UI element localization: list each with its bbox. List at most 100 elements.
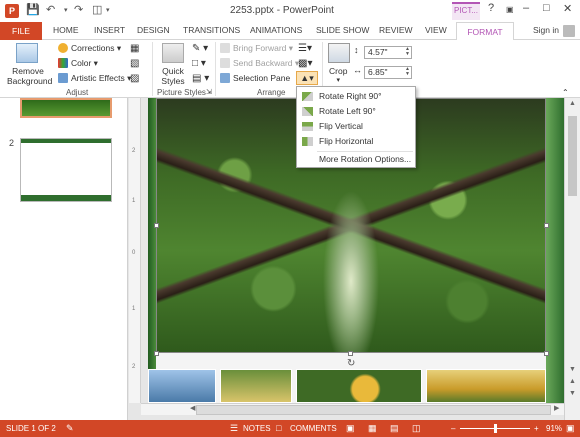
- comments-button[interactable]: COMMENTS: [290, 424, 337, 433]
- tab-file[interactable]: FILE: [0, 22, 42, 40]
- help-button[interactable]: ?: [488, 2, 494, 14]
- collapse-ribbon-icon[interactable]: ⌃: [562, 88, 569, 97]
- slide-thumbnail-2[interactable]: [20, 138, 112, 202]
- height-spinner-icon[interactable]: ▲ ▼: [405, 47, 410, 57]
- maximize-button[interactable]: □: [543, 2, 550, 14]
- rotate-button[interactable]: ▲▾: [296, 71, 318, 85]
- send-backward-button[interactable]: Send Backward ▾: [220, 58, 299, 69]
- customize-qat-icon[interactable]: ▾: [106, 6, 110, 14]
- quick-styles-button[interactable]: Quick Styles: [157, 66, 189, 86]
- shape-height-icon: ↕: [354, 45, 359, 55]
- tab-review[interactable]: REVIEW: [379, 25, 413, 35]
- group-icon[interactable]: ▩▾: [298, 58, 312, 69]
- arrange-group-label: Arrange: [257, 88, 286, 97]
- powerpoint-icon: P: [5, 4, 19, 18]
- next-slide-icon[interactable]: ▼: [569, 390, 576, 397]
- reading-view-icon[interactable]: ▤: [390, 423, 399, 434]
- tab-animations[interactable]: ANIMATIONS: [250, 25, 302, 35]
- zoom-out-button[interactable]: –: [451, 424, 455, 433]
- tab-format[interactable]: FORMAT: [456, 22, 514, 41]
- save-icon[interactable]: 💾: [26, 3, 40, 16]
- avatar[interactable]: [563, 25, 575, 37]
- horizontal-scrollbar[interactable]: [196, 405, 551, 415]
- notes-icon[interactable]: ☰: [230, 423, 238, 434]
- flip-horizontal-item[interactable]: Flip Horizontal: [297, 134, 415, 149]
- vertical-ruler: 2 1 0 1 2: [129, 98, 141, 403]
- undo-icon[interactable]: ↶: [46, 3, 55, 16]
- resize-handle[interactable]: [544, 223, 549, 228]
- slide-thumbnail-1[interactable]: [20, 98, 112, 118]
- picture-effects-icon[interactable]: □ ▾: [192, 58, 206, 69]
- width-spinner-icon[interactable]: ▲ ▼: [405, 67, 410, 77]
- redo-icon[interactable]: ↷: [74, 3, 83, 16]
- zoom-slider-thumb[interactable]: [494, 424, 497, 433]
- slide-indicator: SLIDE 1 OF 2: [6, 424, 56, 433]
- resize-handle[interactable]: [348, 351, 353, 356]
- scroll-thumb[interactable]: [568, 116, 577, 196]
- tab-slide-show[interactable]: SLIDE SHOW: [316, 25, 369, 35]
- height-input[interactable]: 4.57" ▲ ▼: [364, 46, 412, 59]
- crop-icon[interactable]: [328, 43, 350, 63]
- tab-insert[interactable]: INSERT: [94, 25, 125, 35]
- tab-design[interactable]: DESIGN: [137, 25, 170, 35]
- tab-transitions[interactable]: TRANSITIONS: [183, 25, 240, 35]
- rotate-right-icon: [302, 92, 313, 101]
- undo-dropdown-icon[interactable]: ▾: [64, 6, 68, 14]
- ribbon-display-icon[interactable]: ▣: [506, 5, 514, 14]
- photo-strip-3: [296, 369, 422, 403]
- resize-handle[interactable]: [544, 351, 549, 356]
- artistic-effects-button[interactable]: Artistic Effects ▾: [58, 73, 131, 84]
- adjust-group-label: Adjust: [66, 88, 89, 97]
- sign-in-link[interactable]: Sign in: [533, 25, 559, 35]
- slide-sorter-icon[interactable]: ▦: [368, 423, 377, 434]
- picture-layout-icon[interactable]: ▤ ▾: [192, 73, 209, 84]
- color-button[interactable]: Color ▾: [58, 58, 98, 69]
- tab-view[interactable]: VIEW: [425, 25, 447, 35]
- rotate-left-item[interactable]: Rotate Left 90°: [297, 104, 415, 119]
- picture-tools-tab[interactable]: PICT...: [452, 2, 480, 20]
- minimize-button[interactable]: –: [523, 2, 529, 14]
- quick-styles-icon[interactable]: [162, 43, 184, 63]
- vertical-scrollbar[interactable]: ▲ ▼ ▲ ▼: [564, 98, 580, 420]
- align-icon[interactable]: ☰▾: [298, 43, 312, 54]
- comments-icon[interactable]: □: [276, 423, 281, 433]
- zoom-in-button[interactable]: +: [534, 424, 539, 433]
- close-button[interactable]: ✕: [563, 2, 572, 15]
- spell-check-icon[interactable]: ✎: [66, 423, 74, 434]
- scroll-down-icon[interactable]: ▼: [569, 366, 576, 373]
- previous-slide-icon[interactable]: ▲: [569, 378, 576, 385]
- height-value: 4.57": [368, 47, 388, 57]
- reset-picture-icon[interactable]: ▨: [130, 73, 139, 84]
- picture-border-icon[interactable]: ✎ ▾: [192, 43, 208, 54]
- resize-handle[interactable]: [154, 351, 159, 356]
- rotate-right-item[interactable]: Rotate Right 90°: [297, 89, 415, 104]
- more-rotation-options-item[interactable]: More Rotation Options...: [297, 152, 415, 167]
- scroll-up-icon[interactable]: ▲: [569, 100, 576, 107]
- fit-to-window-icon[interactable]: ▣: [566, 423, 575, 434]
- compress-pictures-icon[interactable]: ▦: [130, 43, 139, 54]
- slideshow-icon[interactable]: ◫: [92, 3, 102, 16]
- scroll-right-icon[interactable]: ▶: [554, 404, 559, 412]
- selection-pane-button[interactable]: Selection Pane: [220, 73, 290, 83]
- dialog-launcher-icon[interactable]: ⇲: [206, 88, 212, 96]
- corrections-button[interactable]: Corrections ▾: [58, 43, 121, 54]
- notes-button[interactable]: NOTES: [243, 424, 271, 433]
- thumbnail-pane: 2: [0, 98, 128, 420]
- remove-background-icon[interactable]: [16, 43, 38, 63]
- normal-view-icon[interactable]: ▣: [346, 423, 355, 434]
- zoom-level[interactable]: 91%: [546, 424, 562, 433]
- tab-home[interactable]: HOME: [53, 25, 79, 35]
- change-picture-icon[interactable]: ▧: [130, 58, 139, 69]
- crop-button[interactable]: Crop ▾: [329, 66, 347, 84]
- flip-vertical-item[interactable]: Flip Vertical: [297, 119, 415, 134]
- bring-forward-button[interactable]: Bring Forward ▾: [220, 43, 293, 54]
- scroll-left-icon[interactable]: ◀: [190, 404, 195, 412]
- rotate-handle-icon[interactable]: ↻: [347, 358, 355, 369]
- picture-styles-group-label: Picture Styles: [157, 88, 206, 97]
- remove-background-label-1: Remove: [12, 66, 44, 76]
- flip-vertical-label: Flip Vertical: [319, 121, 363, 131]
- width-input[interactable]: 6.85" ▲ ▼: [364, 66, 412, 79]
- remove-background-button[interactable]: Remove Background: [7, 66, 52, 86]
- slideshow-view-icon[interactable]: ◫: [412, 423, 421, 434]
- resize-handle[interactable]: [154, 223, 159, 228]
